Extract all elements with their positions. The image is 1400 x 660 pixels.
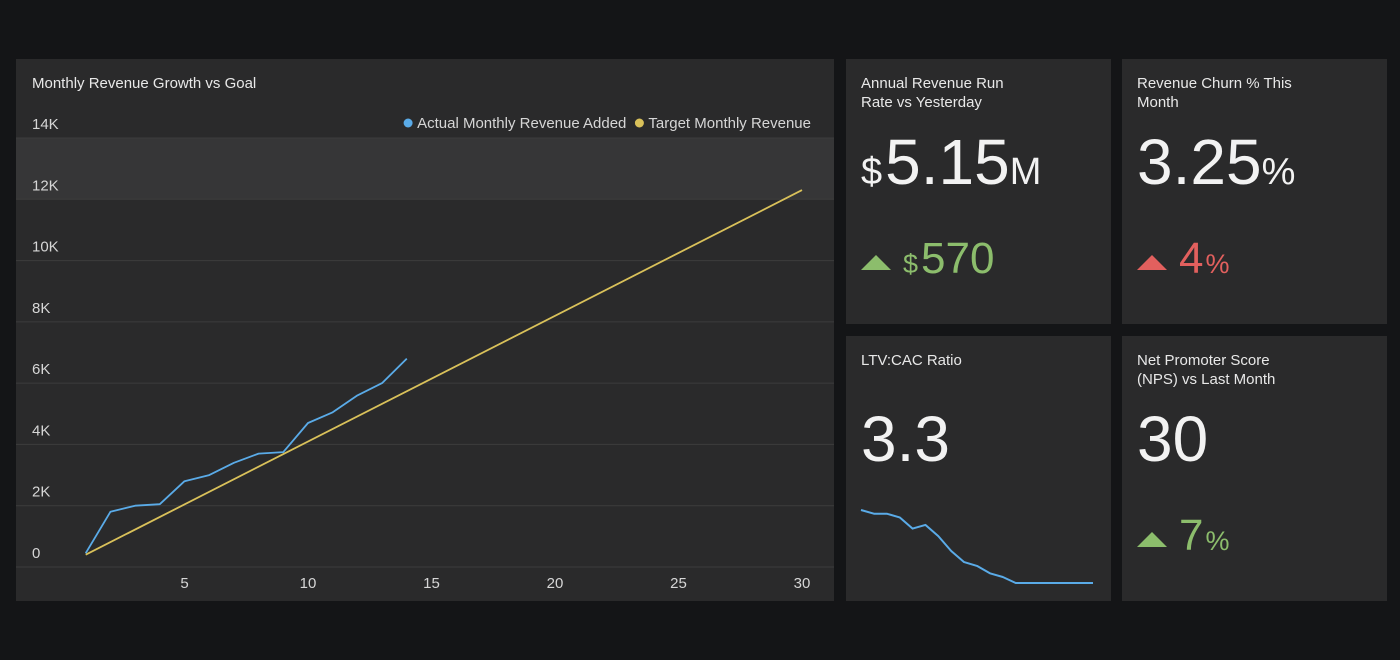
churn-delta: 4% [1137,231,1230,297]
churn-delta-unit: % [1205,249,1230,279]
legend-label-actual: Actual Monthly Revenue Added [417,115,626,132]
nps-value-number: 30 [1137,403,1209,475]
arr-kpi-card: Annual Revenue Run Rate vs Yesterday $5.… [846,59,1111,324]
churn-kpi-card: Revenue Churn % This Month 3.25% 4% [1122,59,1387,324]
arrow-up-icon [861,255,891,271]
target-series-line [85,189,803,556]
arr-card-title: Annual Revenue Run Rate vs Yesterday [861,75,1004,111]
churn-value: 3.25% [1137,127,1295,215]
churn-delta-value: 4 [1179,234,1204,283]
churn-value-number: 3.25 [1137,126,1262,198]
y-tick-label: 12K [32,177,59,194]
chart-legend: Target Monthly Revenue Actual Monthly Rev… [403,115,811,132]
ltv-sparkline [860,509,1093,584]
arr-delta-value: 570 [921,234,995,283]
ltv-cac-kpi-card: LTV:CAC Ratio 3.3 [846,336,1111,601]
y-tick-label: 2K [32,484,50,501]
y-tick-label: 4K [32,422,50,439]
nps-kpi-card: Net Promoter Score (NPS) vs Last Month 3… [1122,336,1387,601]
nps-delta: 7% [1137,508,1230,574]
y-tick-label: 14K [32,116,59,133]
x-tick-label: 25 [670,575,687,592]
y-tick-label: 10K [32,239,59,256]
arr-value: $5.15M [861,127,1041,215]
nps-card-title: Net Promoter Score (NPS) vs Last Month [1137,352,1276,388]
y-tick-label: 8K [32,300,50,317]
x-tick-label: 5 [180,575,188,592]
x-tick-label: 20 [547,575,564,592]
legend-label-target: Target Monthly Revenue [648,115,811,132]
arr-value-number: 5.15 [885,126,1010,198]
arr-delta: $570 [861,231,994,297]
nps-value: 30 [1137,404,1208,492]
target-band [16,138,834,200]
nps-delta-unit: % [1205,526,1230,556]
arr-value-unit: M [1009,151,1042,193]
churn-card-title: Revenue Churn % This Month [1137,75,1292,111]
arrow-up-icon [1137,532,1167,548]
arr-value-prefix: $ [861,151,883,193]
arrow-up-icon [1137,255,1167,271]
revenue-chart-card: 0 2K 4K 6K 8K 10K 12K 14K 5 10 15 20 25 30 Monthly Rev… [16,59,834,601]
x-tick-label: 15 [423,575,440,592]
y-tick-label: 6K [32,361,50,378]
legend-swatch-actual [403,118,413,128]
y-tick-label: 0 [32,545,40,562]
churn-value-unit: % [1261,151,1296,193]
actual-series-line [84,357,408,554]
revenue-chart: 0 2K 4K 6K 8K 10K 12K 14K 5 10 15 20 25 30 Monthly Rev… [16,75,834,592]
ltv-sparkline-line [860,509,1093,584]
chart-title: Monthly Revenue Growth vs Goal [32,75,256,92]
arr-delta-prefix: $ [903,249,919,279]
legend-swatch-target [634,118,644,128]
nps-delta-value: 7 [1179,511,1204,560]
x-tick-label: 10 [300,575,317,592]
x-tick-label: 30 [794,575,811,592]
